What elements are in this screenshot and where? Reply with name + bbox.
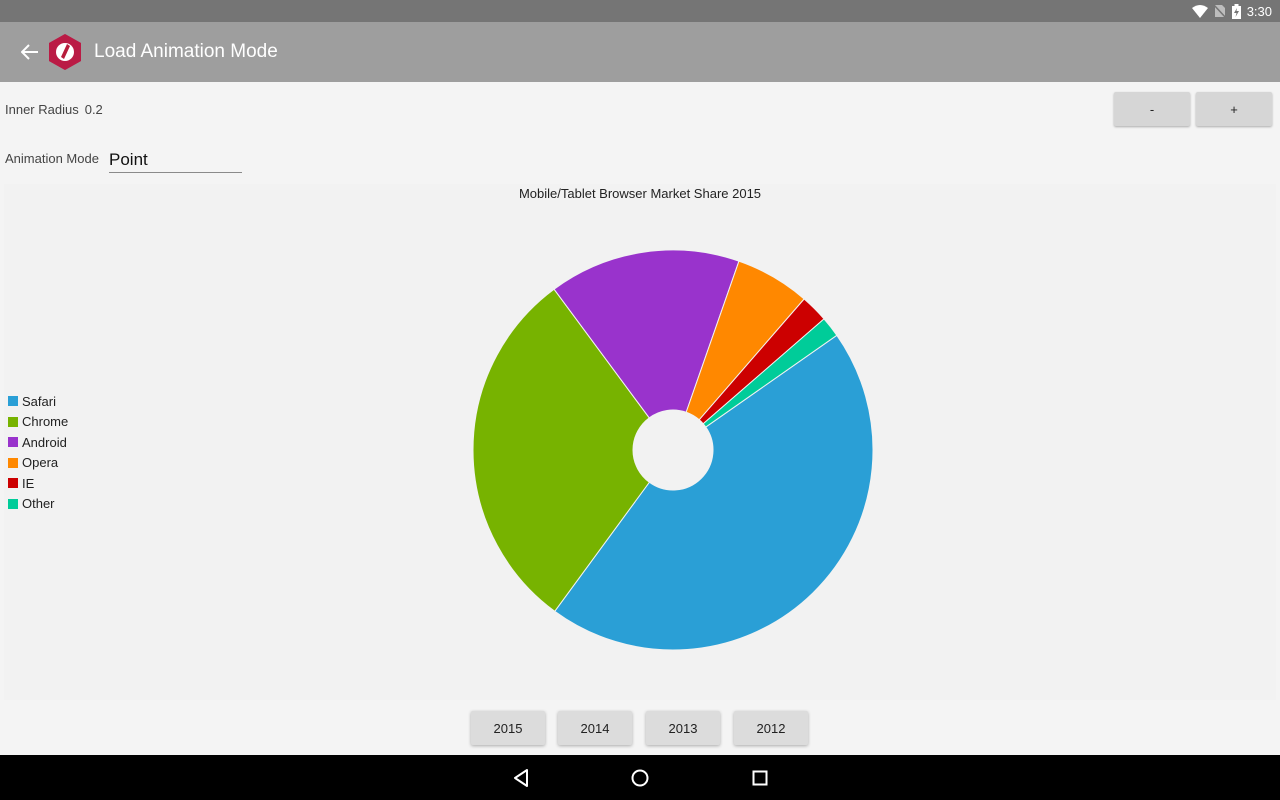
animation-mode-label: Animation Mode xyxy=(5,151,99,166)
nav-back-button[interactable] xyxy=(507,764,535,792)
year-button-2015[interactable]: 2015 xyxy=(471,711,545,745)
nav-back-icon xyxy=(514,769,528,787)
status-time: 3:30 xyxy=(1246,3,1272,19)
app-bar: Load Animation Mode xyxy=(0,22,1280,82)
year-button-2012[interactable]: 2012 xyxy=(734,711,808,745)
inner-radius-value: 0.2 xyxy=(84,102,103,117)
status-icons: 3:30 xyxy=(1191,3,1272,19)
inner-radius-label: Inner Radius xyxy=(5,102,79,117)
navigation-bar xyxy=(0,755,1280,800)
inner-radius-row: Inner Radius 0.2 xyxy=(5,102,103,117)
app-title: Load Animation Mode xyxy=(94,41,278,62)
decrease-radius-button[interactable]: - xyxy=(1114,92,1190,126)
back-button[interactable] xyxy=(16,38,44,66)
year-button-2014[interactable]: 2014 xyxy=(558,711,632,745)
nav-home-icon xyxy=(631,769,649,787)
nav-recents-icon xyxy=(752,770,768,786)
no-sim-icon xyxy=(1213,4,1226,18)
battery-charging-icon xyxy=(1231,3,1241,19)
arrow-back-icon xyxy=(21,44,38,60)
wifi-icon xyxy=(1191,4,1208,18)
status-bar: 3:30 xyxy=(0,0,1280,22)
animation-mode-select[interactable]: Point xyxy=(109,148,242,173)
app-logo-icon xyxy=(49,34,81,70)
chart-panel: Mobile/Tablet Browser Market Share 2015 … xyxy=(4,184,1276,700)
nav-recents-button[interactable] xyxy=(746,764,774,792)
pie-chart[interactable] xyxy=(4,184,1276,700)
year-button-2013[interactable]: 2013 xyxy=(646,711,720,745)
nav-home-button[interactable] xyxy=(626,764,654,792)
increase-radius-button[interactable]: + xyxy=(1196,92,1272,126)
